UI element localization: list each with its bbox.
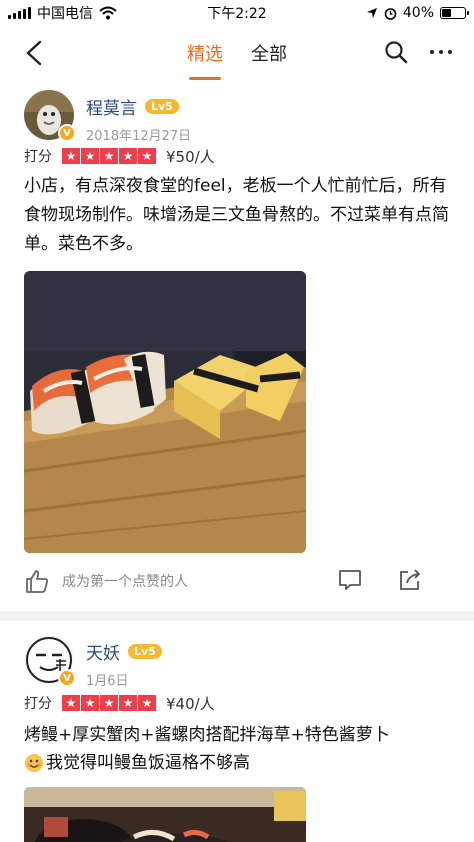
wifi-icon — [99, 6, 117, 20]
thumbs-up-icon — [26, 570, 49, 593]
avatar[interactable]: V — [24, 635, 76, 687]
avatar[interactable]: V — [24, 90, 76, 142]
star-icon: ★ — [62, 695, 80, 711]
like-prompt: 成为第一个点赞的人 — [62, 574, 188, 590]
back-arrow-icon[interactable] — [22, 40, 48, 66]
star-icon: ★ — [81, 148, 99, 164]
more-icon[interactable] — [430, 50, 452, 54]
share-icon[interactable] — [398, 567, 422, 591]
star-icon: ★ — [100, 695, 118, 711]
verified-badge-icon: V — [58, 669, 76, 687]
tab-featured[interactable]: 精选 — [187, 40, 223, 80]
carrier-label: 中国电信 — [37, 6, 93, 22]
verified-badge-icon: V — [58, 124, 76, 142]
nav-bar: 精选 全部 — [0, 26, 474, 82]
star-icon: ★ — [81, 695, 99, 711]
search-icon[interactable] — [384, 40, 408, 64]
review-text: 小店，有点深夜食堂的feel，老板一个人忙前忙后，所有食物现场制作。味增汤是三文… — [24, 176, 449, 254]
rating-row: 打分 ★ ★ ★ ★ ★ ¥50/人 — [24, 144, 450, 168]
price-per-person: ¥50/人 — [166, 147, 215, 166]
status-bar: 中国电信 下午2:22 40% — [0, 0, 474, 26]
smiley-emoji-icon — [25, 754, 43, 772]
review-photo[interactable] — [24, 271, 306, 553]
comment-icon[interactable] — [338, 569, 362, 591]
battery-icon — [440, 7, 469, 19]
rating-label: 打分 — [24, 149, 52, 165]
alarm-icon — [384, 7, 397, 20]
review-text-line: 我觉得叫鳗鱼饭逼格不够高 — [46, 753, 250, 773]
review-photo[interactable] — [24, 787, 306, 842]
review-date: 2018年12月27日 — [86, 129, 192, 144]
star-icon: ★ — [100, 148, 118, 164]
star-icon: ★ — [138, 148, 156, 164]
like-button[interactable]: 成为第一个点赞的人 — [24, 568, 188, 594]
username[interactable]: 程莫言 — [86, 94, 137, 119]
username[interactable]: 天妖 — [86, 639, 120, 664]
signal-icon — [8, 7, 31, 19]
rating-row: 打分 ★ ★ ★ ★ ★ ¥40/人 — [24, 691, 450, 715]
star-icon: ★ — [119, 148, 137, 164]
review-text-line: 烤鳗+厚实蟹肉+酱螺肉搭配拌海草+特色酱萝卜 — [24, 725, 390, 745]
review-tabs: 精选 全部 — [187, 40, 287, 80]
section-divider — [0, 611, 474, 621]
star-icon: ★ — [119, 695, 137, 711]
star-rating: ★ ★ ★ ★ ★ — [62, 695, 156, 711]
review-date: 1月6日 — [86, 674, 129, 689]
price-per-person: ¥40/人 — [166, 694, 215, 713]
star-icon: ★ — [62, 148, 80, 164]
level-badge: Lv5 — [128, 644, 162, 659]
review-card: V 天妖 Lv5 1月6日 打分 ★ ★ ★ ★ ★ ¥40/人 烤鳗+厚实蟹肉… — [0, 635, 474, 842]
rating-label: 打分 — [24, 696, 52, 712]
location-arrow-icon — [366, 8, 377, 18]
battery-percent: 40% — [402, 5, 434, 21]
star-rating: ★ ★ ★ ★ ★ — [62, 148, 156, 164]
star-icon: ★ — [138, 695, 156, 711]
tab-all[interactable]: 全部 — [251, 40, 287, 80]
review-card: V 程莫言 Lv5 2018年12月27日 打分 ★ ★ ★ ★ ★ ¥50/人… — [0, 82, 474, 609]
level-badge: Lv5 — [145, 99, 179, 114]
clock: 下午2:22 — [207, 6, 267, 22]
review-text: 烤鳗+厚实蟹肉+酱螺肉搭配拌海草+特色酱萝卜 我觉得叫鳗鱼饭逼格不够高 — [24, 721, 450, 777]
